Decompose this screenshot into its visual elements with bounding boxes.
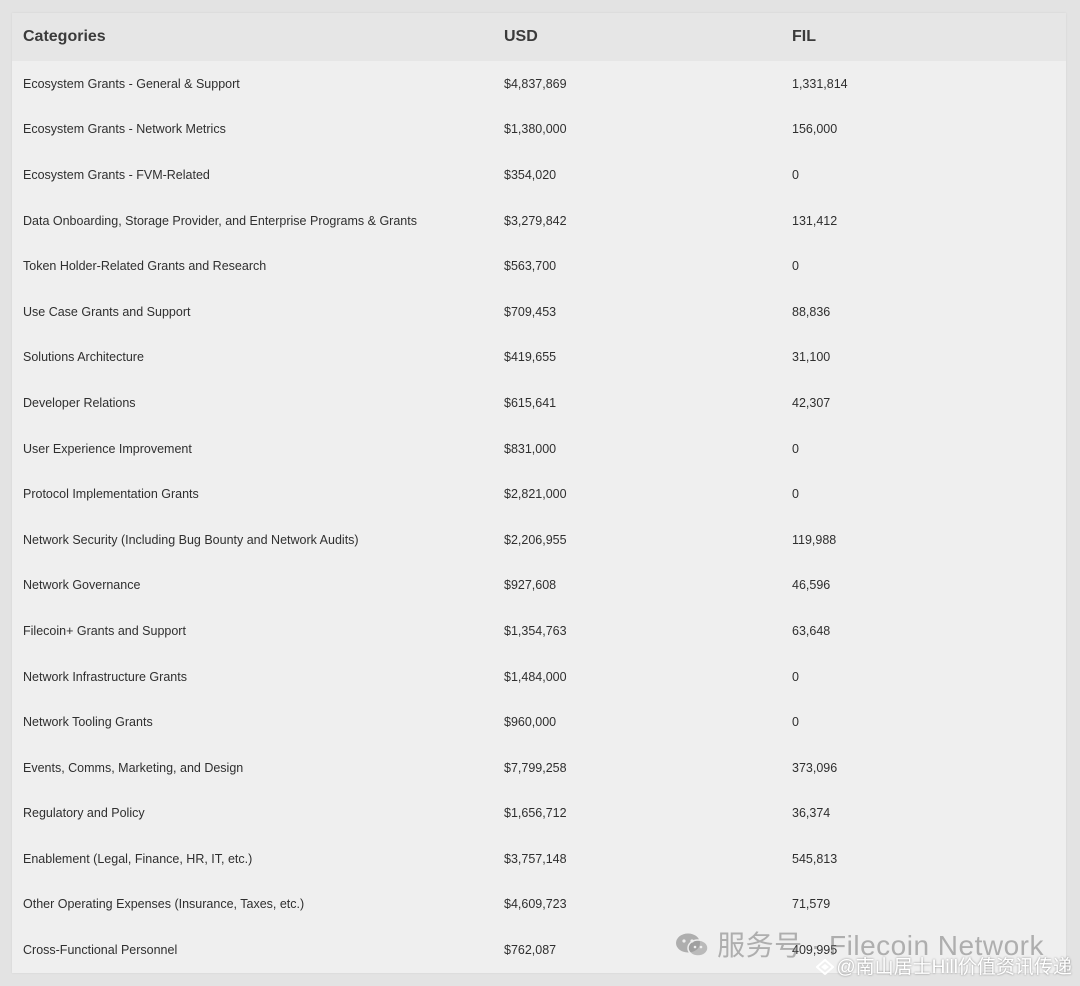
table-row: Protocol Implementation Grants $2,821,000…: [12, 471, 1066, 517]
table-row: Events, Comms, Marketing, and Design $7,7…: [12, 745, 1066, 791]
table-row: Ecosystem Grants - FVM-Related $354,020 0: [12, 152, 1066, 198]
cell-usd: $1,484,000: [504, 669, 567, 684]
cell-usd: $3,757,148: [504, 851, 567, 866]
cell-category: Events, Comms, Marketing, and Design: [23, 760, 244, 775]
cell-usd: $1,656,712: [504, 806, 567, 821]
cell-category: Use Case Grants and Support: [23, 304, 191, 319]
cell-category: Network Security (Including Bug Bounty a…: [23, 532, 359, 547]
table-row: Network Security (Including Bug Bounty a…: [12, 517, 1066, 563]
cell-usd: $563,700: [504, 259, 557, 274]
cell-fil: 119,988: [792, 532, 837, 547]
cell-fil: 0: [792, 259, 799, 274]
table-row: Solutions Architecture $419,655 31,100: [12, 335, 1066, 381]
cell-fil: 0: [792, 669, 799, 684]
cell-usd: $709,453: [504, 304, 557, 319]
table-row: Use Case Grants and Support $709,453 88,83…: [12, 289, 1066, 335]
cell-category: Network Governance: [23, 578, 141, 593]
watermark-author-text: @南山居士Hill价值资讯传递: [836, 957, 1072, 978]
cell-fil: 46,596: [792, 578, 831, 593]
cell-usd: $831,000: [504, 441, 557, 456]
cell-usd: $3,279,842: [504, 213, 567, 228]
table-row: Network Tooling Grants $960,000 0: [12, 699, 1066, 745]
table-header-row: Categories USD FIL: [12, 13, 1066, 61]
cell-fil: 63,648: [792, 623, 831, 638]
cell-category: Ecosystem Grants - Network Metrics: [23, 122, 226, 137]
cell-category: Developer Relations: [23, 395, 136, 410]
cell-usd: $960,000: [504, 715, 557, 730]
header-usd: USD: [504, 28, 538, 45]
cell-fil: 31,100: [792, 350, 831, 365]
table-row: Filecoin+ Grants and Support $1,354,763 63…: [12, 608, 1066, 654]
cell-category: User Experience Improvement: [23, 441, 192, 456]
cell-usd: $1,380,000: [504, 122, 567, 137]
cell-usd: $419,655: [504, 350, 557, 365]
table-row: Data Onboarding, Storage Provider, and E…: [12, 198, 1066, 244]
budget-table: Categories USD FIL Ecosystem Grants - Ge…: [12, 13, 1066, 973]
cell-category: Protocol Implementation Grants: [23, 487, 199, 502]
cell-usd: $4,609,723: [504, 897, 567, 912]
header-categories: Categories: [23, 28, 106, 45]
table-row: Token Holder-Related Grants and Research…: [12, 243, 1066, 289]
diamond-logo-icon: [816, 959, 835, 975]
cell-category: Regulatory and Policy: [23, 806, 145, 821]
cell-fil: 545,813: [792, 851, 838, 866]
cell-fil: 373,096: [792, 760, 838, 775]
cell-fil: 42,307: [792, 395, 831, 410]
cell-fil: 36,374: [792, 806, 831, 821]
table-row: Ecosystem Grants - General & Support $4,8…: [12, 61, 1066, 107]
cell-usd: $2,206,955: [504, 532, 567, 547]
cell-usd: $7,799,258: [504, 760, 567, 775]
cell-category: Ecosystem Grants - FVM-Related: [23, 167, 210, 182]
cell-category: Ecosystem Grants - General & Support: [23, 76, 240, 91]
cell-usd: $615,641: [504, 395, 557, 410]
table-row: Regulatory and Policy $1,656,712 36,374: [12, 791, 1066, 837]
cell-usd: $2,821,000: [504, 487, 567, 502]
cell-category: Solutions Architecture: [23, 350, 144, 365]
table-row: User Experience Improvement $831,000 0: [12, 426, 1066, 472]
cell-fil: 0: [792, 167, 799, 182]
wechat-icon: [676, 933, 709, 957]
cell-category: Cross-Functional Personnel: [23, 943, 178, 958]
cell-usd: $1,354,763: [504, 623, 567, 638]
cell-category: Network Tooling Grants: [23, 715, 153, 730]
cell-fil: 131,412: [792, 213, 838, 228]
cell-fil: 0: [792, 441, 799, 456]
cell-fil: 0: [792, 715, 799, 730]
table-row: Other Operating Expenses (Insurance, Tax…: [12, 882, 1066, 928]
cell-category: Network Infrastructure Grants: [23, 669, 187, 684]
header-fil: FIL: [792, 28, 816, 45]
cell-fil: 71,579: [792, 897, 831, 912]
cell-category: Filecoin+ Grants and Support: [23, 623, 186, 638]
cell-fil: 1,331,814: [792, 76, 848, 91]
table-row: Network Infrastructure Grants $1,484,000 0: [12, 654, 1066, 700]
cell-category: Enablement (Legal, Finance, HR, IT, etc.…: [23, 851, 253, 866]
cell-usd: $927,608: [504, 578, 557, 593]
table-row: Network Governance $927,608 46,596: [12, 563, 1066, 609]
cell-category: Data Onboarding, Storage Provider, and E…: [23, 213, 417, 228]
cell-fil: 0: [792, 487, 799, 502]
budget-table-panel: Categories USD FIL Ecosystem Grants - Ge…: [12, 13, 1066, 973]
table-row: Ecosystem Grants - Network Metrics $1,380…: [12, 107, 1066, 153]
cell-fil: 88,836: [792, 304, 831, 319]
cell-category: Other Operating Expenses (Insurance, Tax…: [23, 897, 305, 912]
table-row: Developer Relations $615,641 42,307: [12, 380, 1066, 426]
cell-usd: $354,020: [504, 167, 557, 182]
cell-usd: $4,837,869: [504, 76, 567, 91]
table-row: Enablement (Legal, Finance, HR, IT, etc.…: [12, 836, 1066, 882]
cell-category: Token Holder-Related Grants and Research: [23, 259, 267, 274]
cell-fil: 156,000: [792, 122, 838, 137]
watermark-author: @南山居士Hill价值资讯传递: [816, 952, 1072, 979]
